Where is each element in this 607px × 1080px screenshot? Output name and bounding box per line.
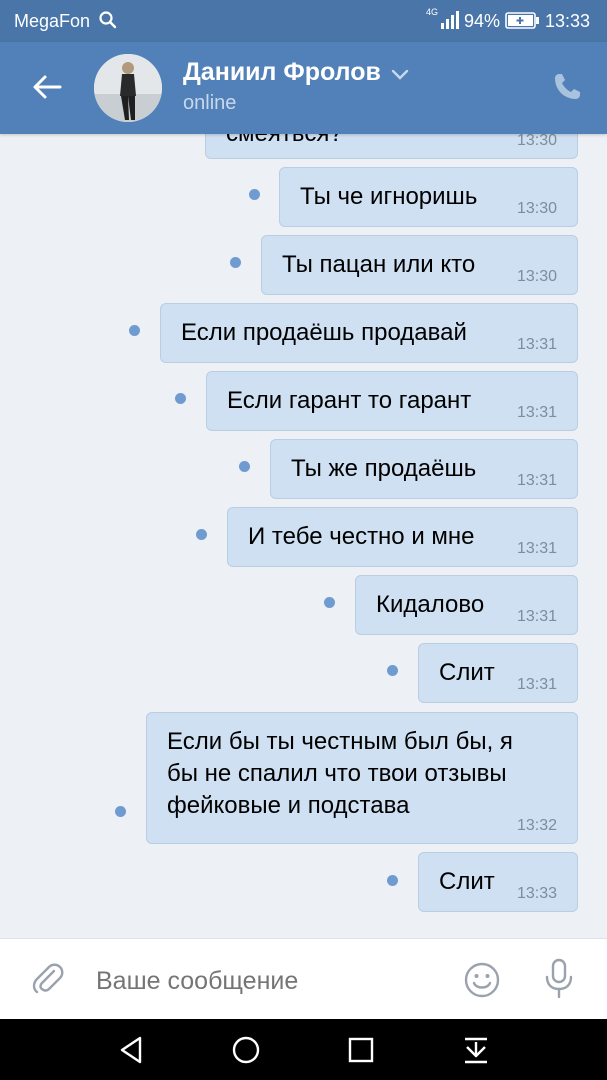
message-bubble[interactable]: Слит 13:33 (418, 852, 578, 912)
avatar[interactable] (94, 54, 162, 122)
message-time: 13:30 (516, 134, 557, 149)
chevron-down-icon[interactable] (390, 68, 410, 82)
message-text: Ты че игноришь (300, 183, 478, 210)
unread-indicator (324, 597, 335, 608)
message-text: Ты пацан или кто (282, 251, 476, 278)
network-type: 4G (426, 7, 439, 17)
unread-indicator (249, 189, 260, 200)
message-bubble[interactable]: Кидалово 13:31 (355, 575, 578, 635)
message-text: смеяться? (226, 134, 343, 150)
message-time: 13:31 (516, 608, 557, 625)
battery-icon (505, 12, 539, 29)
emoji-icon[interactable] (463, 961, 501, 999)
message-time: 13:33 (516, 885, 557, 902)
carrier-name: MegaFon (14, 11, 91, 31)
contact-status: online (183, 92, 237, 114)
unread-indicator (239, 461, 250, 472)
phone-icon[interactable] (550, 70, 584, 104)
battery-percent: 94% (464, 11, 501, 31)
message-time: 13:31 (516, 472, 557, 489)
message-text: Слит (439, 868, 495, 895)
avatar-photo (94, 54, 162, 122)
unread-indicator (175, 393, 186, 404)
message-bubble[interactable]: Ты че игноришь 13:30 (279, 167, 578, 227)
status-bar: MegaFon 4G 94% 13:33 (0, 0, 607, 42)
message-text: Если гарант то гарант (227, 387, 472, 414)
message-bubble[interactable]: И тебе честно и мне 13:31 (227, 507, 578, 567)
message-text: И тебе честно и мне (248, 523, 475, 550)
search-icon (99, 11, 117, 29)
message-time: 13:31 (516, 404, 557, 421)
status-clock: 13:33 (545, 11, 591, 31)
message-bubble[interactable]: Слит 13:31 (418, 643, 578, 703)
message-text: Ты же продаёшь (291, 455, 477, 482)
message-bubble[interactable]: Если гарант то гарант 13:31 (206, 371, 578, 431)
unread-indicator (115, 806, 126, 817)
message-bubble[interactable]: Если бы ты честным был бы, я бы не спали… (146, 712, 578, 844)
notification-pull-icon[interactable] (459, 1033, 493, 1067)
chat-header: Даниил Фролов online (0, 42, 607, 134)
message-input[interactable] (96, 961, 436, 1001)
microphone-icon[interactable] (540, 957, 578, 1001)
unread-indicator (129, 325, 140, 336)
message-time: 13:31 (516, 676, 557, 693)
message-text: Если бы ты честным был бы, я бы не спали… (167, 728, 513, 819)
message-bubble[interactable]: Ты же продаёшь 13:31 (270, 439, 578, 499)
message-text: Слит (439, 659, 495, 686)
message-bubble[interactable]: Ты пацан или кто 13:30 (261, 235, 578, 295)
signal-icon (441, 11, 459, 29)
message-list[interactable]: смеяться? 13:30 Ты че игноришь 13:30 Ты … (0, 134, 607, 938)
unread-indicator (387, 875, 398, 886)
back-arrow-icon[interactable] (30, 70, 64, 104)
attach-icon[interactable] (30, 961, 66, 997)
message-time: 13:31 (516, 540, 557, 557)
message-text: Кидалово (376, 591, 485, 618)
message-composer (0, 938, 607, 1019)
message-bubble[interactable]: Если продаёшь продавай 13:31 (160, 303, 578, 363)
recents-square-icon[interactable] (344, 1033, 378, 1067)
message-text: Если продаёшь продавай (181, 319, 467, 346)
message-time: 13:30 (516, 268, 557, 285)
android-nav-bar (0, 1019, 607, 1080)
message-time: 13:32 (516, 817, 557, 834)
back-triangle-icon[interactable] (114, 1033, 148, 1067)
home-circle-icon[interactable] (229, 1033, 263, 1067)
message-time: 13:30 (516, 200, 557, 217)
unread-indicator (387, 665, 398, 676)
message-bubble[interactable]: смеяться? 13:30 (205, 134, 578, 159)
unread-indicator (196, 529, 207, 540)
contact-name[interactable]: Даниил Фролов (183, 58, 381, 87)
message-time: 13:31 (516, 336, 557, 353)
unread-indicator (230, 257, 241, 268)
